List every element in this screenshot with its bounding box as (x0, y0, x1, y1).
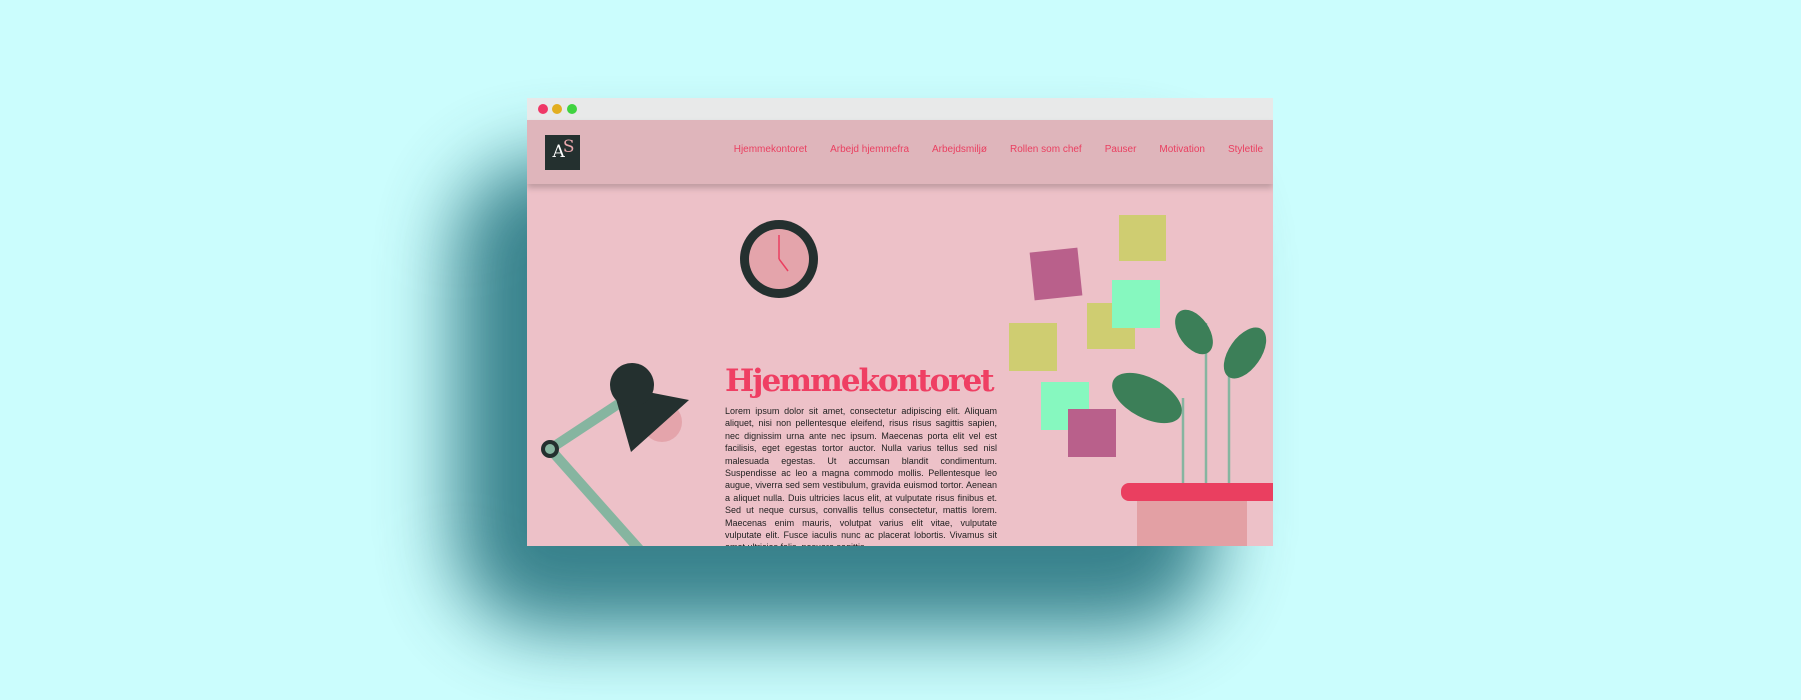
desk-lamp-icon (541, 363, 689, 546)
top-navigation: AS Hjemmekontoret Arbejd hjemmefra Arbej… (527, 120, 1273, 184)
browser-window: AS Hjemmekontoret Arbejd hjemmefra Arbej… (527, 98, 1273, 546)
nav-link-motivation[interactable]: Motivation (1159, 144, 1205, 155)
sticky-notes-icon (1009, 215, 1166, 457)
nav-links: Hjemmekontoret Arbejd hjemmefra Arbejdsm… (734, 144, 1263, 155)
logo-letter-a: A (552, 142, 565, 162)
body-text: Lorem ipsum dolor sit amet, consectetur … (725, 406, 997, 546)
nav-link-styletile[interactable]: Styletile (1228, 144, 1263, 155)
nav-link-hjemmekontoret[interactable]: Hjemmekontoret (734, 144, 807, 155)
nav-link-arbejdsmiljo[interactable]: Arbejdsmiljø (932, 144, 987, 155)
site-logo[interactable]: AS (545, 135, 580, 170)
nav-link-rollen-som-chef[interactable]: Rollen som chef (1010, 144, 1082, 155)
nav-link-arbejd-hjemmefra[interactable]: Arbejd hjemmefra (830, 144, 909, 155)
logo-letter-s: S (562, 137, 575, 157)
clock-icon (740, 220, 818, 298)
page-heading: Hjemmekontoret (725, 363, 995, 399)
nav-link-pauser[interactable]: Pauser (1105, 144, 1137, 155)
